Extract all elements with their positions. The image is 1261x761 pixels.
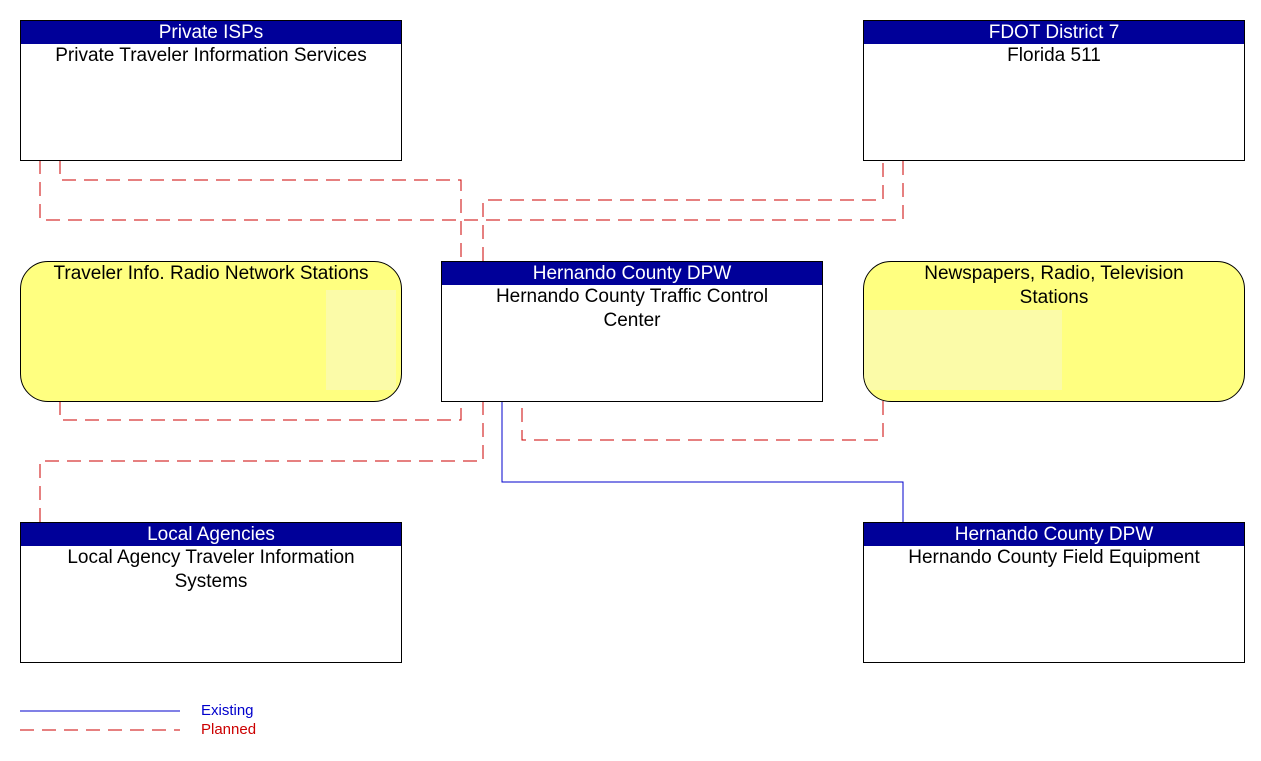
flow-tcc-field [501, 401, 904, 522]
node-header: Hernando County DPW [864, 523, 1244, 546]
legend-existing-label: Existing [201, 702, 254, 719]
flow-radio-tcc [59, 401, 462, 421]
node-title: Florida 511 [1007, 45, 1101, 66]
node-header: Private ISPs [21, 21, 401, 44]
node-title: Traveler Info. Radio Network Stations [53, 263, 369, 284]
flow-isp-fdot [39, 160, 904, 221]
flow-media-tcc [521, 401, 884, 441]
node-header: FDOT District 7 [864, 21, 1244, 44]
node-field[interactable]: Hernando County DPW Hernando County Fiel… [863, 522, 1245, 663]
legend-planned-label: Planned [201, 721, 257, 738]
node-title: Local Agency Traveler Information System… [67, 547, 355, 592]
node-media[interactable]: Newspapers, Radio, Television Stations [863, 261, 1245, 402]
node-radio-network[interactable]: Traveler Info. Radio Network Stations [20, 261, 402, 402]
node-title: Hernando County Field Equipment [908, 547, 1200, 568]
flow-local-tcc [39, 401, 484, 522]
node-title: Newspapers, Radio, Television Stations [924, 263, 1184, 308]
node-fdot[interactable]: FDOT District 7 Florida 511 [863, 20, 1245, 161]
node-title: Private Traveler Information Services [55, 45, 367, 66]
flow-isp-tcc-1 [59, 160, 462, 261]
node-title: Hernando County Traffic Control Center [495, 286, 769, 331]
node-private-isps[interactable]: Private ISPs Private Traveler Informatio… [20, 20, 402, 161]
node-header: Local Agencies [21, 523, 401, 546]
flow-tcc-fdot [482, 160, 884, 261]
architecture-diagram: Private ISPs Private Traveler Informatio… [0, 0, 1261, 761]
node-tcc[interactable]: Hernando County DPW Hernando County Traf… [441, 261, 823, 402]
node-local[interactable]: Local Agencies Local Agency Traveler Inf… [20, 522, 402, 663]
node-header: Hernando County DPW [442, 262, 822, 285]
